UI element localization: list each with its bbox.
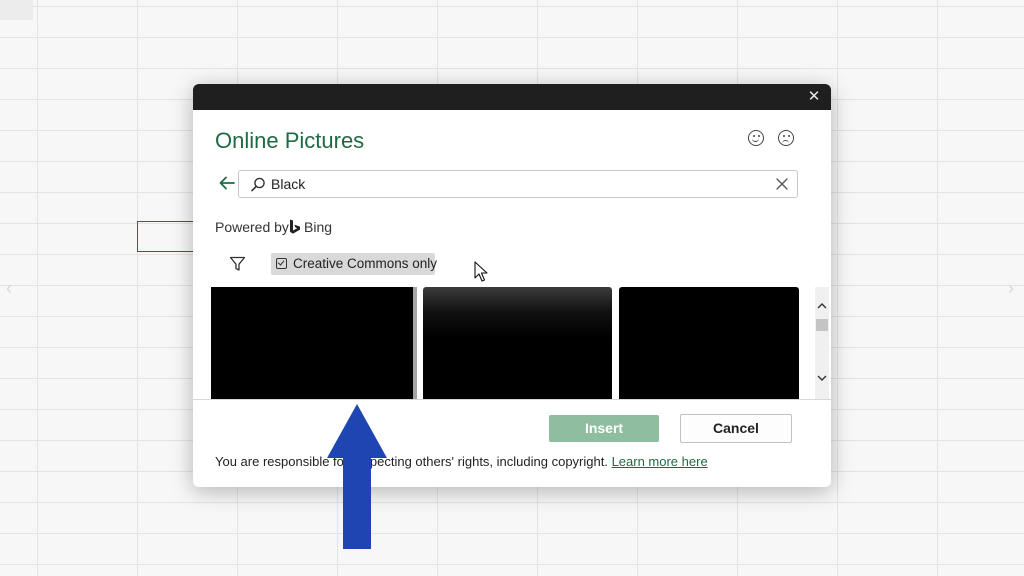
smile-icon[interactable] (748, 130, 764, 146)
bing-logo-icon (289, 219, 301, 235)
dialog-titlebar: ✕ (193, 84, 831, 110)
up-arrow-annotation-icon (327, 404, 387, 549)
clear-icon[interactable] (775, 177, 789, 191)
search-icon (249, 176, 267, 194)
footer-divider (193, 399, 831, 400)
cancel-button[interactable]: Cancel (680, 414, 792, 443)
bing-brand-text: Bing (304, 219, 333, 235)
insert-button[interactable]: Insert (549, 415, 659, 442)
creative-commons-toggle[interactable]: Creative Commons only (271, 253, 438, 275)
search-input[interactable] (271, 174, 751, 194)
frown-icon[interactable] (778, 130, 794, 146)
close-icon[interactable]: ✕ (805, 88, 823, 106)
search-box[interactable] (238, 170, 798, 198)
creative-commons-label: Creative Commons only (293, 256, 438, 271)
dialog-title: Online Pictures (215, 128, 365, 153)
mouse-cursor-icon (474, 261, 490, 283)
scroll-up-icon[interactable] (815, 299, 829, 313)
chevron-right-icon: › (1008, 278, 1014, 298)
learn-more-link[interactable]: Learn more here (612, 454, 708, 469)
scroll-down-icon[interactable] (815, 371, 829, 385)
back-arrow-icon[interactable] (217, 173, 237, 193)
results-scrollbar[interactable] (815, 287, 829, 399)
rights-text: You are responsible for respecting other… (215, 454, 612, 469)
image-results-grid (211, 285, 801, 399)
sheet-corner (0, 0, 33, 20)
powered-by-label: Powered by (215, 219, 289, 235)
image-thumbnail[interactable] (619, 287, 799, 399)
selected-cell[interactable] (137, 221, 195, 252)
online-pictures-dialog: ✕ Online Pictures Powered by Bing Creati… (193, 84, 831, 487)
filter-icon[interactable] (229, 256, 246, 272)
checkbox-icon[interactable] (276, 258, 287, 269)
chevron-left-icon: ‹ (6, 278, 12, 298)
scroll-thumb[interactable] (816, 319, 828, 331)
image-thumbnail[interactable] (423, 287, 612, 399)
rights-notice: You are responsible for respecting other… (215, 454, 708, 469)
image-thumbnail[interactable] (211, 287, 417, 399)
